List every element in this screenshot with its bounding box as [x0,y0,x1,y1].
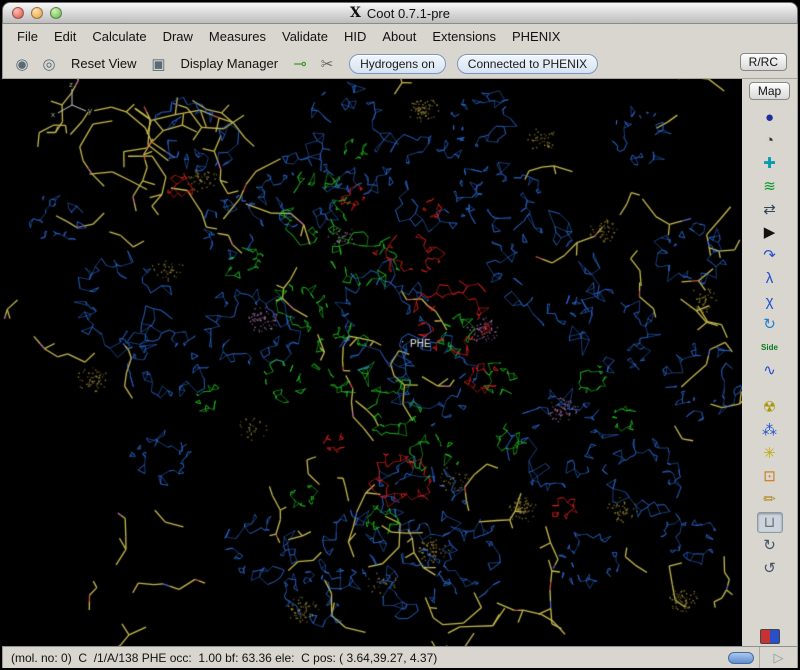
view-globe-icon[interactable]: ◔ [757,130,783,151]
menubar: FileEditCalculateDrawMeasuresValidateHID… [2,24,798,49]
gl-canvas[interactable] [2,79,742,646]
window-title-text: Coot 0.7.1-pre [367,6,450,21]
menu-calculate[interactable]: Calculate [84,26,154,47]
gl-viewport [2,79,742,646]
hydrogens-toggle-button[interactable]: Hydrogens on [349,54,446,74]
statusbar: (mol. no: 0) C /1/A/138 PHE occ: 1.00 bf… [2,646,798,668]
chi-angle-icon[interactable]: χ [757,291,783,312]
menu-edit[interactable]: Edit [46,26,84,47]
play-icon[interactable]: ▶ [757,222,783,243]
menu-about[interactable]: About [374,26,424,47]
undo-icon[interactable]: ↺ [757,558,783,579]
x11-icon: X [350,5,361,21]
menu-measures[interactable]: Measures [201,26,274,47]
status-text: (mol. no: 0) C /1/A/138 PHE occ: 1.00 bf… [11,651,728,665]
rotate-view-icon[interactable]: ↻ [757,314,783,335]
menu-hid[interactable]: HID [336,26,374,47]
lambda-icon[interactable]: λ [757,268,783,289]
bond-atom-icon[interactable]: ⊸ [289,53,311,75]
screenshot-icon[interactable] [760,629,780,644]
scrollbar-thumb[interactable] [728,652,754,664]
coot-window: X Coot 0.7.1-pre FileEditCalculateDrawMe… [0,0,800,670]
display-manager-button[interactable]: Display Manager [175,53,285,74]
translate-icon[interactable]: ✚ [757,153,783,174]
phenix-connection-button[interactable]: Connected to PHENIX [457,54,598,74]
resize-grip-icon[interactable]: ▷ [759,647,797,668]
redo-icon[interactable]: ↻ [757,535,783,556]
side-chain-icon[interactable]: Side [757,337,783,358]
close-button[interactable] [12,7,24,19]
sparkle-icon[interactable]: ✳ [757,443,783,464]
menu-extensions[interactable]: Extensions [424,26,504,47]
cylinder-icon[interactable]: ⊔ [757,512,783,533]
menu-validate[interactable]: Validate [274,26,336,47]
radiation-icon[interactable]: ☢ [757,397,783,418]
record-icon[interactable]: ◉ [11,53,33,75]
side-toolbar: Map ●◔✚≋⇄▶↷λχ↻Side∿☢⁂✳⊡✏⊔↻↺ [742,79,798,646]
pencil-icon[interactable]: ✏ [757,489,783,510]
map-button[interactable]: Map [749,82,790,100]
menu-draw[interactable]: Draw [155,26,201,47]
rrc-button[interactable]: R/RC [740,53,787,71]
window-title: X Coot 0.7.1-pre [3,3,797,23]
rotate-bond-icon[interactable]: ↷ [757,245,783,266]
titlebar: X Coot 0.7.1-pre [2,2,798,24]
wave-icon[interactable]: ∿ [757,360,783,381]
swap-arrows-icon[interactable]: ⇄ [757,199,783,220]
frame-dot-icon[interactable]: ⊡ [757,466,783,487]
menu-phenix[interactable]: PHENIX [504,26,568,47]
display-manager-icon[interactable]: ▣ [148,53,170,75]
navigation-sphere-icon[interactable]: ● [757,107,783,128]
minimize-button[interactable] [31,7,43,19]
menu-file[interactable]: File [9,26,46,47]
scissors-icon[interactable]: ✂ [316,53,338,75]
target-icon[interactable]: ◎ [38,53,60,75]
zoom-button[interactable] [50,7,62,19]
window-controls [12,7,62,19]
toolbar: ◉ ◎ Reset View ▣ Display Manager ⊸ ✂ Hyd… [2,49,798,79]
reset-view-button[interactable]: Reset View [65,53,143,74]
flex-ligand-icon[interactable]: ≋ [757,176,783,197]
atoms-icon[interactable]: ⁂ [757,420,783,441]
